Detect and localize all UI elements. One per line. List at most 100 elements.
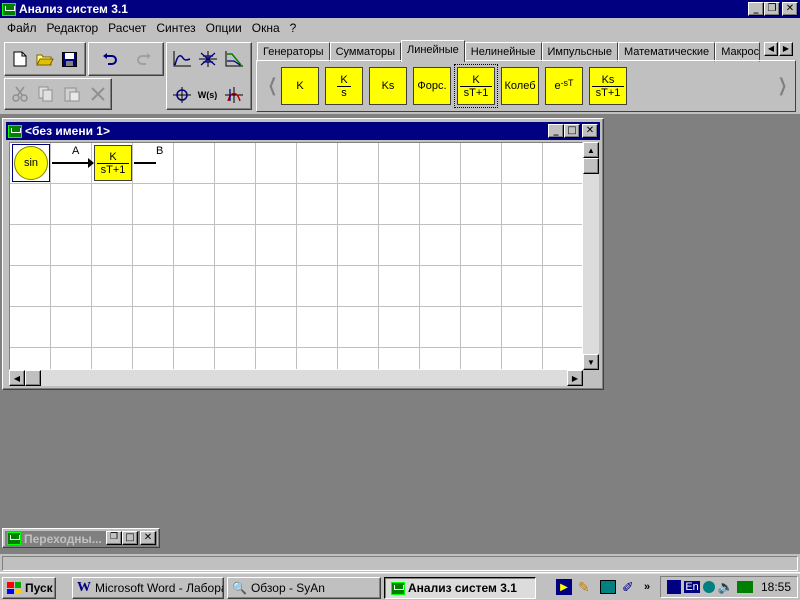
doc-close-button[interactable]: ✕ bbox=[582, 124, 598, 138]
nyquist-icon[interactable] bbox=[170, 84, 193, 106]
tabs-scroll-right-button[interactable]: ▶ bbox=[779, 42, 793, 56]
horizontal-scrollbar[interactable]: ◀ ▶ bbox=[9, 370, 583, 386]
sine-generator-block[interactable]: sin bbox=[14, 146, 48, 180]
block-real-differentiator[interactable]: Ks sT+1 bbox=[589, 67, 627, 105]
first-order-lag-block[interactable]: K sT+1 bbox=[94, 145, 132, 181]
scheduler-icon[interactable] bbox=[736, 581, 753, 593]
palette-scroll-right-icon[interactable]: ❯ bbox=[778, 75, 787, 96]
menu-windows[interactable]: Окна bbox=[247, 21, 285, 35]
start-button[interactable]: Пуск bbox=[2, 577, 56, 599]
block-integrator[interactable]: Ks bbox=[325, 67, 363, 105]
system-tray: En 🔈 18:55 bbox=[660, 576, 798, 598]
pencil-icon[interactable]: ✎ bbox=[578, 579, 594, 595]
block-gain[interactable]: K bbox=[281, 67, 319, 105]
signal-line-a[interactable] bbox=[52, 162, 90, 164]
app-title: Анализ систем 3.1 bbox=[19, 2, 128, 16]
close-button[interactable]: ✕ bbox=[782, 2, 798, 16]
transfer-function-icon[interactable]: W(s) bbox=[196, 84, 219, 106]
minimize-button[interactable]: _ bbox=[748, 2, 764, 16]
block-label: K bbox=[296, 80, 304, 92]
volume-icon[interactable]: 🔈 bbox=[718, 579, 734, 595]
bode-icon[interactable] bbox=[222, 84, 245, 106]
block-label: Колеб bbox=[504, 80, 536, 92]
horizontal-scroll-thumb[interactable] bbox=[25, 370, 41, 386]
network-icon[interactable] bbox=[667, 580, 682, 594]
document-icon[interactable] bbox=[8, 124, 22, 138]
diagram-canvas[interactable]: sin A K sT+1 B bbox=[9, 142, 583, 370]
minwin-maximize-button[interactable]: □ bbox=[122, 531, 138, 545]
task-active-label: Анализ систем 3.1 bbox=[408, 581, 517, 595]
tab-summators[interactable]: Сумматоры bbox=[329, 42, 401, 62]
tab-nonlinear[interactable]: Нелинейные bbox=[464, 42, 542, 62]
tab-linear[interactable]: Линейные bbox=[400, 40, 465, 62]
root-locus-icon[interactable] bbox=[196, 48, 219, 70]
scroll-up-icon[interactable]: ▲ bbox=[583, 142, 599, 158]
copy-icon[interactable] bbox=[34, 83, 57, 105]
doc-maximize-button[interactable]: □ bbox=[564, 124, 580, 138]
minwin-restore-button[interactable]: ❐ bbox=[106, 531, 122, 545]
menu-calculate[interactable]: Расчет bbox=[103, 21, 151, 35]
vertical-scrollbar[interactable]: ▲ ▼ bbox=[583, 142, 599, 370]
tabs-scroll-left-button[interactable]: ◀ bbox=[764, 42, 778, 56]
block-delay[interactable]: e -sT bbox=[545, 67, 583, 105]
tab-macros[interactable]: Макрос bbox=[715, 42, 761, 62]
menu-help[interactable]: ? bbox=[285, 21, 302, 35]
tab-impulse[interactable]: Импульсные bbox=[541, 42, 618, 62]
block-label: Форс. bbox=[417, 80, 447, 92]
frequency-response-icon[interactable] bbox=[222, 48, 245, 70]
quicklaunch-chevron[interactable]: » bbox=[644, 581, 650, 593]
block-differentiator[interactable]: Ks bbox=[369, 67, 407, 105]
palette-scroll-left-icon[interactable]: ❮ bbox=[268, 75, 277, 96]
block-denominator: sT+1 bbox=[96, 162, 130, 176]
signal-label-b: B bbox=[156, 145, 164, 157]
block-numerator: K bbox=[340, 73, 348, 86]
open-folder-icon[interactable] bbox=[33, 48, 56, 70]
block-forcing[interactable]: Форс. bbox=[413, 67, 451, 105]
antivirus-icon[interactable] bbox=[702, 581, 715, 593]
task-word[interactable]: W Microsoft Word - Лабора... bbox=[72, 577, 224, 599]
document-title-bar[interactable]: <без имени 1> _ □ ✕ bbox=[6, 122, 600, 140]
notes-icon[interactable]: ✐ bbox=[622, 579, 638, 595]
status-panel bbox=[2, 556, 798, 571]
scroll-left-icon[interactable]: ◀ bbox=[9, 370, 25, 386]
undo-icon[interactable] bbox=[98, 48, 121, 70]
scroll-down-icon[interactable]: ▼ bbox=[583, 354, 599, 370]
minimized-window-title: Переходны... bbox=[24, 531, 102, 546]
app-title-bar[interactable]: Анализ систем 3.1 _ ❐ ✕ bbox=[0, 0, 800, 18]
delete-icon[interactable] bbox=[86, 83, 109, 105]
restore-button[interactable]: ❐ bbox=[764, 2, 780, 16]
media-player-icon[interactable]: ▶ bbox=[556, 579, 572, 595]
paste-icon[interactable] bbox=[60, 83, 83, 105]
new-file-icon[interactable] bbox=[8, 48, 31, 70]
time-response-icon[interactable] bbox=[170, 48, 193, 70]
language-indicator[interactable]: En bbox=[684, 581, 700, 593]
task-active-app[interactable]: Анализ систем 3.1 bbox=[384, 577, 536, 599]
block-first-order-lag[interactable]: KsT+1 bbox=[454, 64, 498, 108]
minimized-window-icon[interactable] bbox=[7, 532, 21, 545]
block-oscillatory[interactable]: Колеб bbox=[501, 67, 539, 105]
minimized-window[interactable]: Переходны... ❐ □ ✕ bbox=[2, 528, 160, 548]
redo-icon[interactable] bbox=[132, 48, 155, 70]
block-numerator: K bbox=[109, 150, 117, 163]
menu-synthesis[interactable]: Синтез bbox=[151, 21, 200, 35]
document-title: <без имени 1> bbox=[25, 124, 110, 138]
vertical-scroll-thumb[interactable] bbox=[583, 158, 599, 174]
cut-icon[interactable] bbox=[8, 83, 31, 105]
tab-generators[interactable]: Генераторы bbox=[257, 42, 330, 62]
signal-line-b[interactable] bbox=[134, 162, 156, 164]
menu-editor[interactable]: Редактор bbox=[42, 21, 104, 35]
scroll-right-icon[interactable]: ▶ bbox=[567, 370, 583, 386]
keyboard-icon[interactable] bbox=[600, 580, 616, 594]
block-denominator: sT+1 bbox=[591, 85, 625, 99]
minwin-close-button[interactable]: ✕ bbox=[140, 531, 156, 545]
clock[interactable]: 18:55 bbox=[761, 580, 791, 594]
menu-options[interactable]: Опции bbox=[201, 21, 247, 35]
app-icon[interactable] bbox=[2, 2, 16, 16]
menu-file[interactable]: Файл bbox=[2, 21, 42, 35]
tab-mathematical[interactable]: Математические bbox=[617, 42, 716, 62]
doc-minimize-button[interactable]: _ bbox=[548, 124, 564, 138]
task-explorer[interactable]: 🔍 Обзор - SyAn bbox=[227, 577, 381, 599]
scroll-corner bbox=[583, 370, 599, 386]
block-category-tabs: Генераторы Сумматоры Линейные Нелинейные… bbox=[257, 40, 761, 62]
save-icon[interactable] bbox=[58, 48, 81, 70]
